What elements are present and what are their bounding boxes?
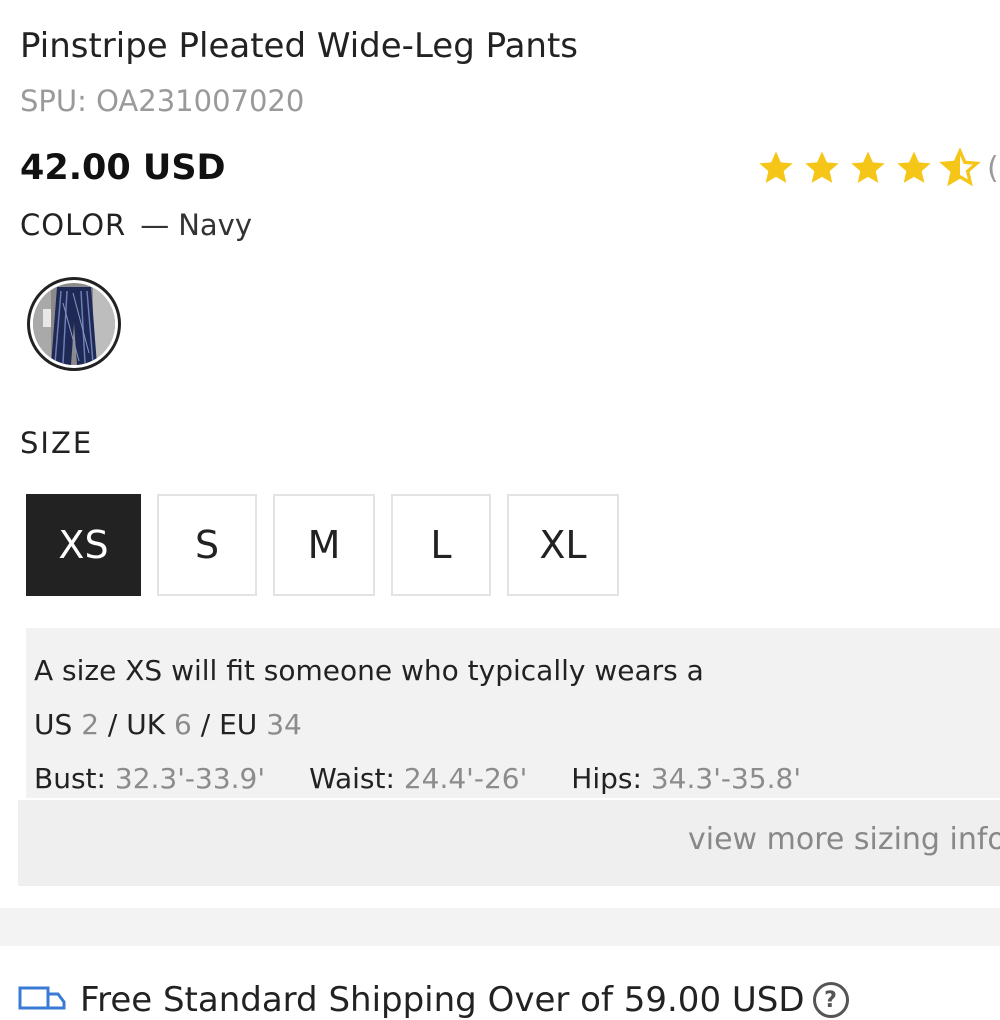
size-option-m[interactable]: M bbox=[273, 494, 375, 596]
waist-measure: Waist: 24.4'-26' bbox=[309, 762, 527, 795]
bust-value: 32.3'-33.9' bbox=[114, 762, 266, 795]
fit-conversions: US 2 / UK 6 / EU 34 bbox=[34, 698, 990, 752]
size-option-xs[interactable]: XS bbox=[26, 494, 141, 596]
shipping-row: Free Standard Shipping Over of 59.00 USD… bbox=[18, 980, 849, 1020]
color-row: COLOR — Navy bbox=[20, 208, 252, 242]
size-option-l[interactable]: L bbox=[391, 494, 491, 596]
half-star-icon bbox=[939, 148, 981, 187]
hips-label: Hips: bbox=[571, 762, 642, 795]
star-icon bbox=[759, 151, 793, 183]
color-separator: — bbox=[140, 208, 171, 242]
size-label: SIZE bbox=[20, 426, 94, 460]
waist-value: 24.4'-26' bbox=[403, 762, 528, 795]
product-price: 42.00 USD bbox=[20, 148, 226, 188]
size-option-s[interactable]: S bbox=[157, 494, 257, 596]
fit-measurements: Bust: 32.3'-33.9' Waist: 24.4'-26' Hips: 3… bbox=[34, 752, 990, 806]
bust-label: Bust: bbox=[34, 762, 106, 795]
us-value: 2 bbox=[81, 708, 100, 741]
truck-icon bbox=[18, 986, 66, 1010]
size-options: XS S M L XL bbox=[26, 494, 635, 596]
us-label: US bbox=[34, 708, 73, 741]
fit-intro: A size XS will fit someone who typically… bbox=[34, 654, 704, 687]
rating-count[interactable]: (5 bbox=[987, 151, 1000, 186]
slash: / bbox=[200, 708, 211, 741]
product-title: Pinstripe Pleated Wide-Leg Pants bbox=[20, 26, 579, 66]
eu-value: 34 bbox=[266, 708, 302, 741]
size-option-xl[interactable]: XL bbox=[507, 494, 619, 596]
eu-label: EU bbox=[219, 708, 258, 741]
section-divider bbox=[0, 908, 1000, 946]
product-spu: SPU: OA231007020 bbox=[20, 84, 305, 118]
color-label: COLOR bbox=[20, 208, 127, 242]
bust-measure: Bust: 32.3'-33.9' bbox=[34, 762, 265, 795]
star-icon bbox=[851, 151, 885, 183]
shipping-text: Free Standard Shipping Over of 59.00 USD bbox=[80, 980, 805, 1020]
color-swatch-navy[interactable] bbox=[27, 277, 121, 371]
uk-label: UK bbox=[126, 708, 166, 741]
slash: / bbox=[107, 708, 118, 741]
rating[interactable]: (5 bbox=[755, 148, 1000, 188]
uk-value: 6 bbox=[174, 708, 192, 741]
hips-measure: Hips: 34.3'-35.8' bbox=[571, 762, 801, 795]
color-value: Navy bbox=[178, 208, 252, 242]
waist-label: Waist: bbox=[309, 762, 395, 795]
star-icon bbox=[897, 151, 931, 183]
pants-thumbnail bbox=[33, 283, 115, 365]
view-more-sizing-link[interactable]: view more sizing info bbox=[688, 822, 1000, 857]
question-icon[interactable]: ? bbox=[812, 982, 849, 1018]
size-fit-panel: A size XS will fit someone who typically… bbox=[26, 628, 1000, 798]
hips-value: 34.3'-35.8' bbox=[650, 762, 802, 795]
star-icon bbox=[805, 151, 839, 183]
more-sizing-row[interactable]: view more sizing info bbox=[18, 800, 1000, 886]
